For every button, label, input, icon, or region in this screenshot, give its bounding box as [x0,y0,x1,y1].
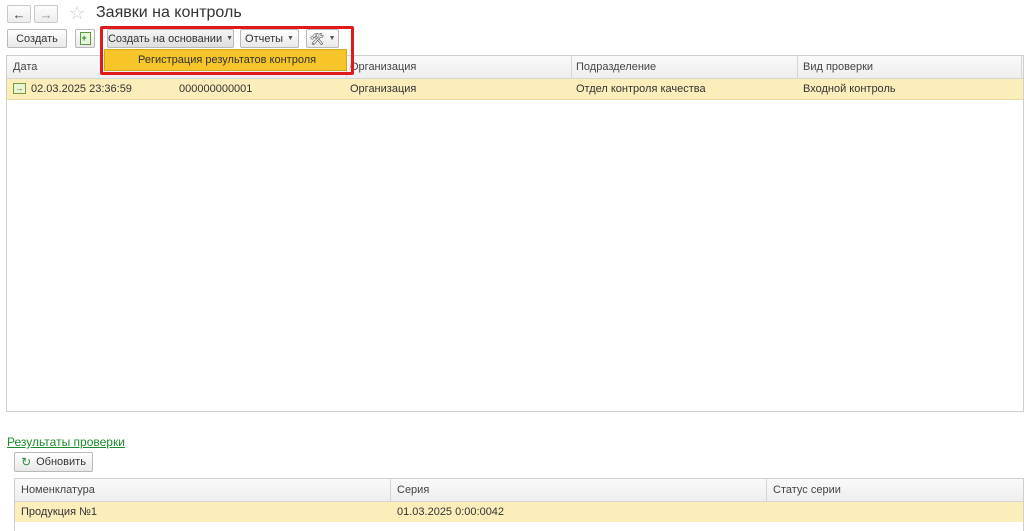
table-row[interactable]: Продукция №1 01.03.2025 0:00:0042 [15,502,1023,522]
add-document-icon: + [79,32,91,45]
arrow-left-icon: ← [12,6,26,22]
column-header-nomenclature[interactable]: Номенклатура [21,484,95,496]
results-table[interactable]: Номенклатура Серия Статус серии Продукци… [14,478,1024,531]
back-button[interactable]: ← [7,5,31,23]
refresh-icon: ↻ [21,455,32,469]
cell-nomenclature: Продукция №1 [21,506,98,518]
page-title: Заявки на контроль [96,4,242,21]
table-row[interactable]: → 02.03.2025 23:36:59 000000000001 Орган… [7,79,1023,100]
cell-date: 02.03.2025 23:36:59 [31,83,132,95]
forward-button[interactable]: → [34,5,58,23]
cell-check-type: Входной контроль [803,83,896,95]
column-header-department[interactable]: Подразделение [576,61,656,73]
document-posted-icon: → [13,83,26,94]
column-header-series[interactable]: Серия [397,484,429,496]
cell-department: Отдел контроля качества [576,83,706,95]
requests-table[interactable]: Дата Организация Подразделение Вид прове… [6,55,1024,412]
arrow-right-icon: → [39,6,53,22]
favorite-star-icon[interactable]: ☆ [69,3,85,24]
create-button[interactable]: Создать [7,29,67,48]
column-header-date[interactable]: Дата [13,61,37,73]
create-copy-button[interactable]: + [75,29,95,48]
refresh-button[interactable]: ↻ Обновить [14,452,93,472]
menu-item-register-results[interactable]: Регистрация результатов контроля [104,49,347,71]
table-header: Номенклатура Серия Статус серии [15,479,1023,502]
column-header-check-type[interactable]: Вид проверки [803,61,873,73]
column-header-organization[interactable]: Организация [350,61,416,73]
column-header-series-status[interactable]: Статус серии [773,484,841,496]
cell-number: 000000000001 [179,83,253,95]
results-link[interactable]: Результаты проверки [7,435,125,449]
cell-organization: Организация [350,83,417,95]
cell-series: 01.03.2025 0:00:0042 [397,506,505,518]
